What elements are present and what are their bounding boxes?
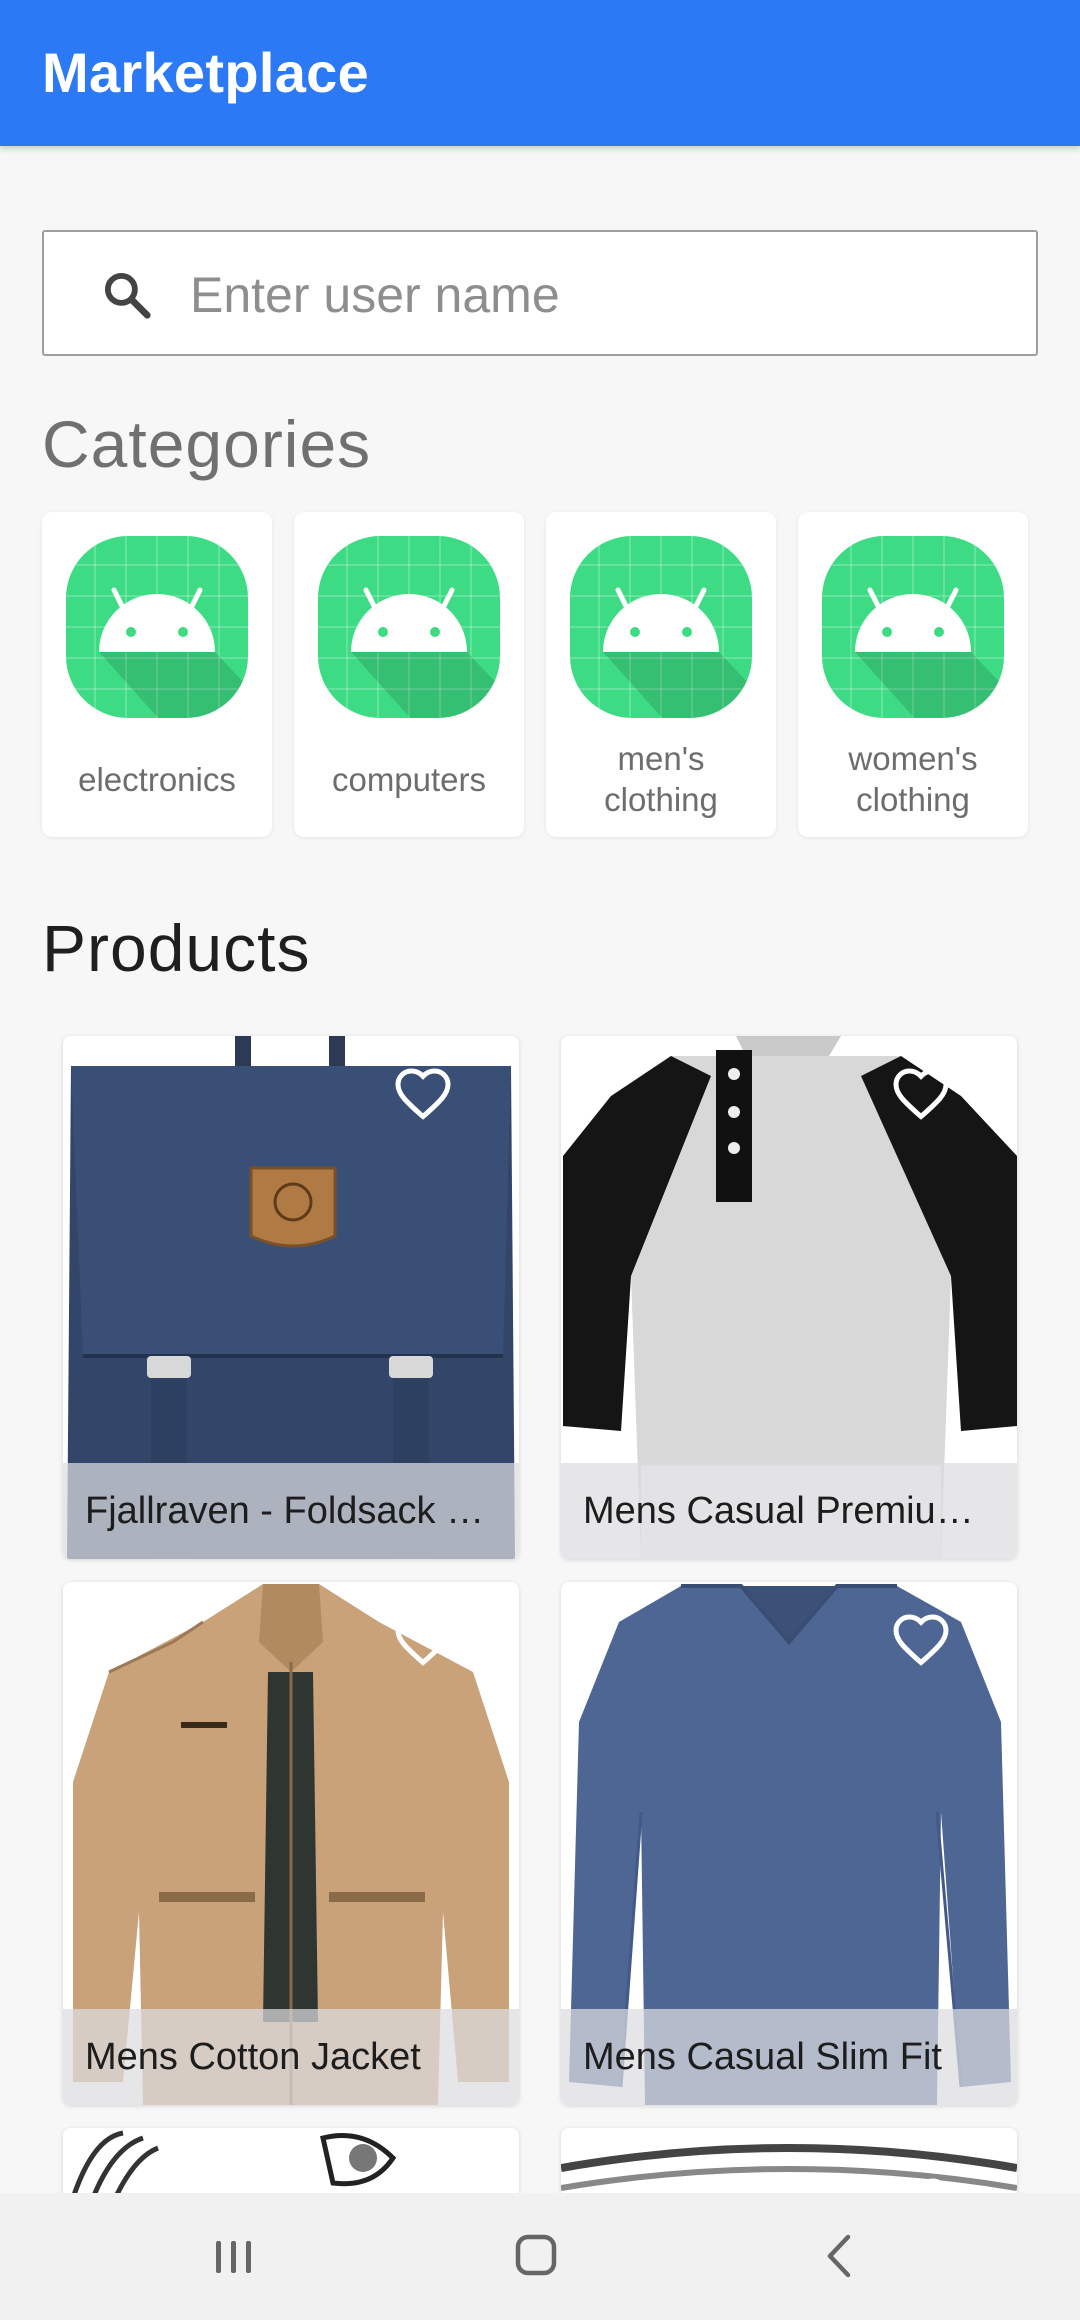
app-bar: Marketplace (0, 0, 1080, 146)
products-title: Products (42, 911, 311, 985)
category-label: computers (331, 760, 487, 798)
category-card-computers[interactable]: computers (294, 512, 524, 837)
system-nav-bar (0, 2193, 1080, 2320)
search-input[interactable] (190, 252, 1010, 338)
product-card[interactable]: Mens Cotton Jacket (63, 1582, 519, 2105)
product-name: Mens Casual Slim Fit (561, 2009, 1017, 2105)
product-card[interactable]: Fjallraven - Foldsack No. 1 Backpack (63, 1036, 519, 1559)
category-card-electronics[interactable]: electronics (42, 512, 272, 837)
category-card-womens-clothing[interactable]: women's clothing (798, 512, 1028, 837)
search-box[interactable] (42, 230, 1038, 356)
back-icon[interactable] (800, 2223, 880, 2289)
heart-outline-icon[interactable] (891, 1066, 951, 1122)
category-card-mens-clothing[interactable]: men's clothing (546, 512, 776, 837)
product-name: Mens Casual Premium Slim Fit T-Shirts (561, 1463, 1017, 1559)
product-card[interactable]: Mens Casual Slim Fit (561, 1582, 1017, 2105)
categories-title: Categories (42, 407, 372, 481)
app-title: Marketplace (42, 41, 370, 104)
search-icon (104, 272, 151, 319)
android-icon (318, 536, 500, 718)
recents-icon[interactable] (194, 2223, 274, 2289)
home-icon[interactable] (496, 2223, 576, 2289)
product-card[interactable]: Mens Casual Premium Slim Fit T-Shirts (561, 1036, 1017, 1559)
marketplace-screen: Marketplace Categories (0, 0, 1080, 2320)
heart-outline-icon[interactable] (393, 1612, 453, 1668)
category-label: men's clothing (604, 740, 718, 818)
android-icon (66, 536, 248, 718)
heart-outline-icon[interactable] (393, 1066, 453, 1122)
android-icon (822, 536, 1004, 718)
product-name: Mens Cotton Jacket (63, 2009, 519, 2105)
heart-outline-icon[interactable] (891, 1612, 951, 1668)
category-label: electronics (78, 760, 236, 798)
category-label: women's clothing (848, 740, 978, 818)
android-icon (570, 536, 752, 718)
product-name: Fjallraven - Foldsack No. 1 Backpack (63, 1463, 519, 1559)
